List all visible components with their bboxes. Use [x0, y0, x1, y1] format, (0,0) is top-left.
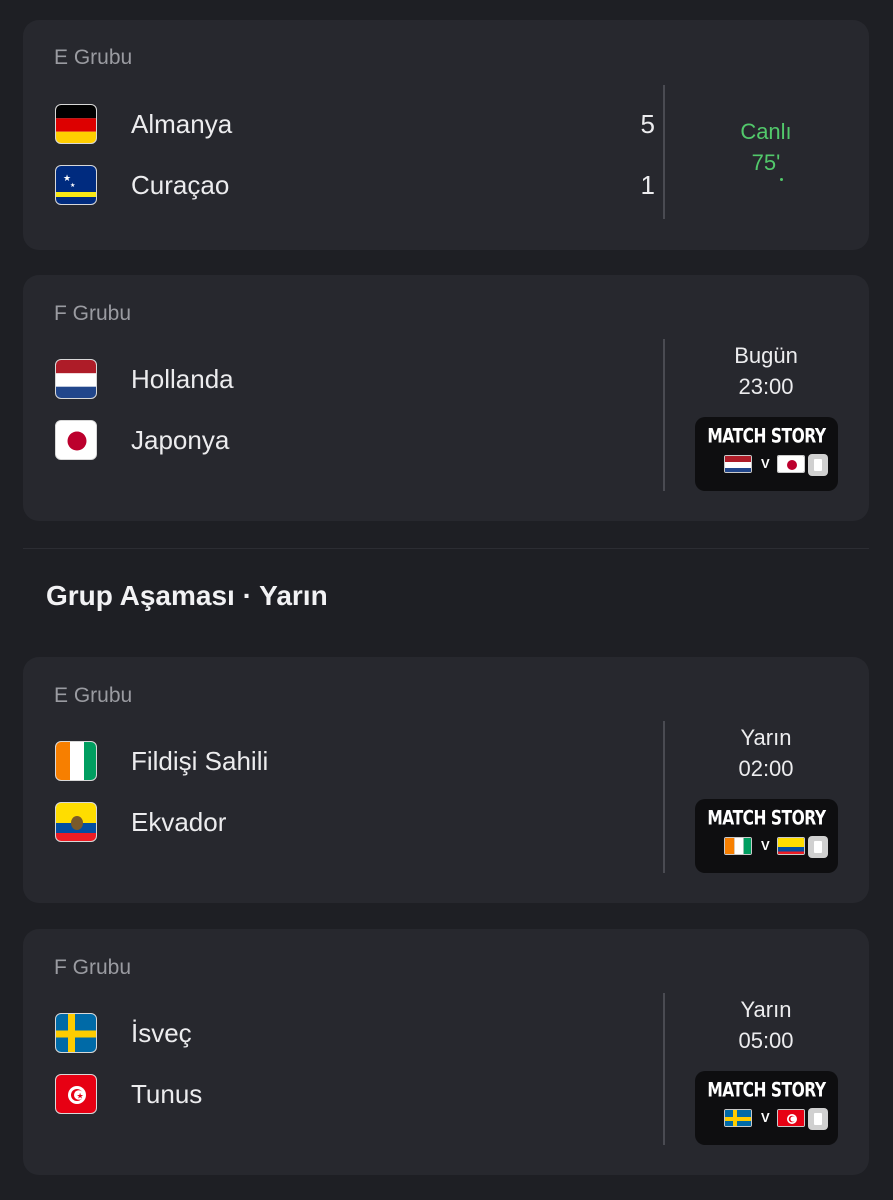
team-row-home: Hollanda: [55, 357, 655, 401]
divider: [663, 721, 665, 873]
curacao-flag-icon: ★ ★: [55, 165, 97, 205]
team-row-away: Japonya: [55, 418, 655, 462]
team-row-away: Ekvador: [55, 800, 655, 844]
match-story-button[interactable]: MATCH STORY V: [695, 799, 838, 873]
versus-label: V: [761, 1110, 770, 1125]
section-title: Grup Aşaması · Yarın: [46, 580, 328, 611]
sweden-flag-icon: [55, 1013, 97, 1053]
match-story-button[interactable]: MATCH STORY V: [695, 1071, 838, 1145]
divider: [663, 85, 665, 219]
sweden-flag-icon: [724, 1109, 752, 1127]
match-story-button[interactable]: MATCH STORY V: [695, 417, 838, 491]
svg-text:★: ★: [63, 173, 71, 183]
group-label: E Grubu: [54, 684, 133, 707]
live-indicator-dot: [780, 178, 783, 181]
match-story-title: MATCH STORY: [707, 806, 826, 830]
divider: [663, 993, 665, 1145]
match-time: Yarın 05:00: [713, 994, 819, 1056]
team-row-home: İsveç: [55, 1011, 655, 1055]
tunisia-flag-icon: ★: [55, 1074, 97, 1114]
team-score: 1: [640, 170, 655, 200]
team-row-away: ★ ★ Curaçao 1: [55, 163, 655, 207]
team-name: Fildişi Sahili: [131, 746, 269, 776]
svg-text:★: ★: [77, 1092, 84, 1101]
team-row-away: ★ Tunus: [55, 1072, 655, 1116]
tunisia-flag-icon: [777, 1109, 805, 1127]
match-day: Bugün: [734, 343, 798, 368]
match-day: Yarın: [740, 997, 792, 1022]
status-label: Canlı: [740, 119, 792, 144]
group-label: F Grubu: [54, 956, 132, 979]
video-icon: [808, 836, 828, 858]
kickoff-time: 02:00: [738, 756, 794, 781]
video-icon: [808, 454, 828, 476]
match-time: Yarın 02:00: [713, 722, 819, 784]
ecuador-flag-icon: [55, 802, 97, 842]
match-minute: 75': [751, 150, 781, 175]
netherlands-flag-icon: [724, 455, 752, 473]
team-row-home: Almanya 5: [55, 102, 655, 146]
japan-flag-icon: [777, 455, 805, 473]
kickoff-time: 05:00: [738, 1028, 794, 1053]
team-name: Almanya: [131, 109, 233, 139]
match-story-title: MATCH STORY: [707, 1078, 826, 1102]
versus-label: V: [761, 838, 770, 853]
team-name: İsveç: [131, 1018, 192, 1048]
netherlands-flag-icon: [55, 359, 97, 399]
video-icon: [808, 1108, 828, 1130]
match-story-flags: V: [724, 1108, 834, 1131]
group-label: F Grubu: [54, 302, 132, 325]
match-story-flags: V: [724, 454, 834, 477]
germany-flag-icon: [55, 104, 97, 144]
match-card-hollanda-japonya[interactable]: F Grubu Hollanda Japonya Bugün 23:00 MAT…: [23, 275, 869, 521]
match-time: Bugün 23:00: [713, 340, 819, 402]
ivory-coast-flag-icon: [724, 837, 752, 855]
section-separator: [23, 548, 869, 549]
team-name: Japonya: [131, 425, 230, 455]
ivory-coast-flag-icon: [55, 741, 97, 781]
ecuador-flag-icon: [777, 837, 805, 855]
match-card-fildisi-ekvador[interactable]: E Grubu Fildişi Sahili Ekvador Yarın 02:…: [23, 657, 869, 903]
versus-label: V: [761, 456, 770, 471]
team-name: Ekvador: [131, 807, 227, 837]
live-status: Canlı 75': [713, 116, 819, 178]
svg-text:★: ★: [70, 182, 75, 189]
team-row-home: Fildişi Sahili: [55, 739, 655, 783]
team-name: Curaçao: [131, 170, 230, 200]
divider: [663, 339, 665, 491]
match-card-isvec-tunus[interactable]: F Grubu İsveç ★ Tunus Yarın 05:00 MATCH …: [23, 929, 869, 1175]
match-story-flags: V: [724, 836, 834, 859]
team-name: Hollanda: [131, 364, 234, 394]
match-story-title: MATCH STORY: [707, 424, 826, 448]
team-score: 5: [640, 109, 655, 139]
match-card-almanya-curacao[interactable]: E Grubu Almanya 5 ★ ★ Curaçao 1 Canlı 75': [23, 20, 869, 250]
japan-flag-icon: [55, 420, 97, 460]
group-label: E Grubu: [54, 46, 133, 69]
team-name: Tunus: [131, 1079, 203, 1109]
match-day: Yarın: [740, 725, 792, 750]
kickoff-time: 23:00: [738, 374, 794, 399]
